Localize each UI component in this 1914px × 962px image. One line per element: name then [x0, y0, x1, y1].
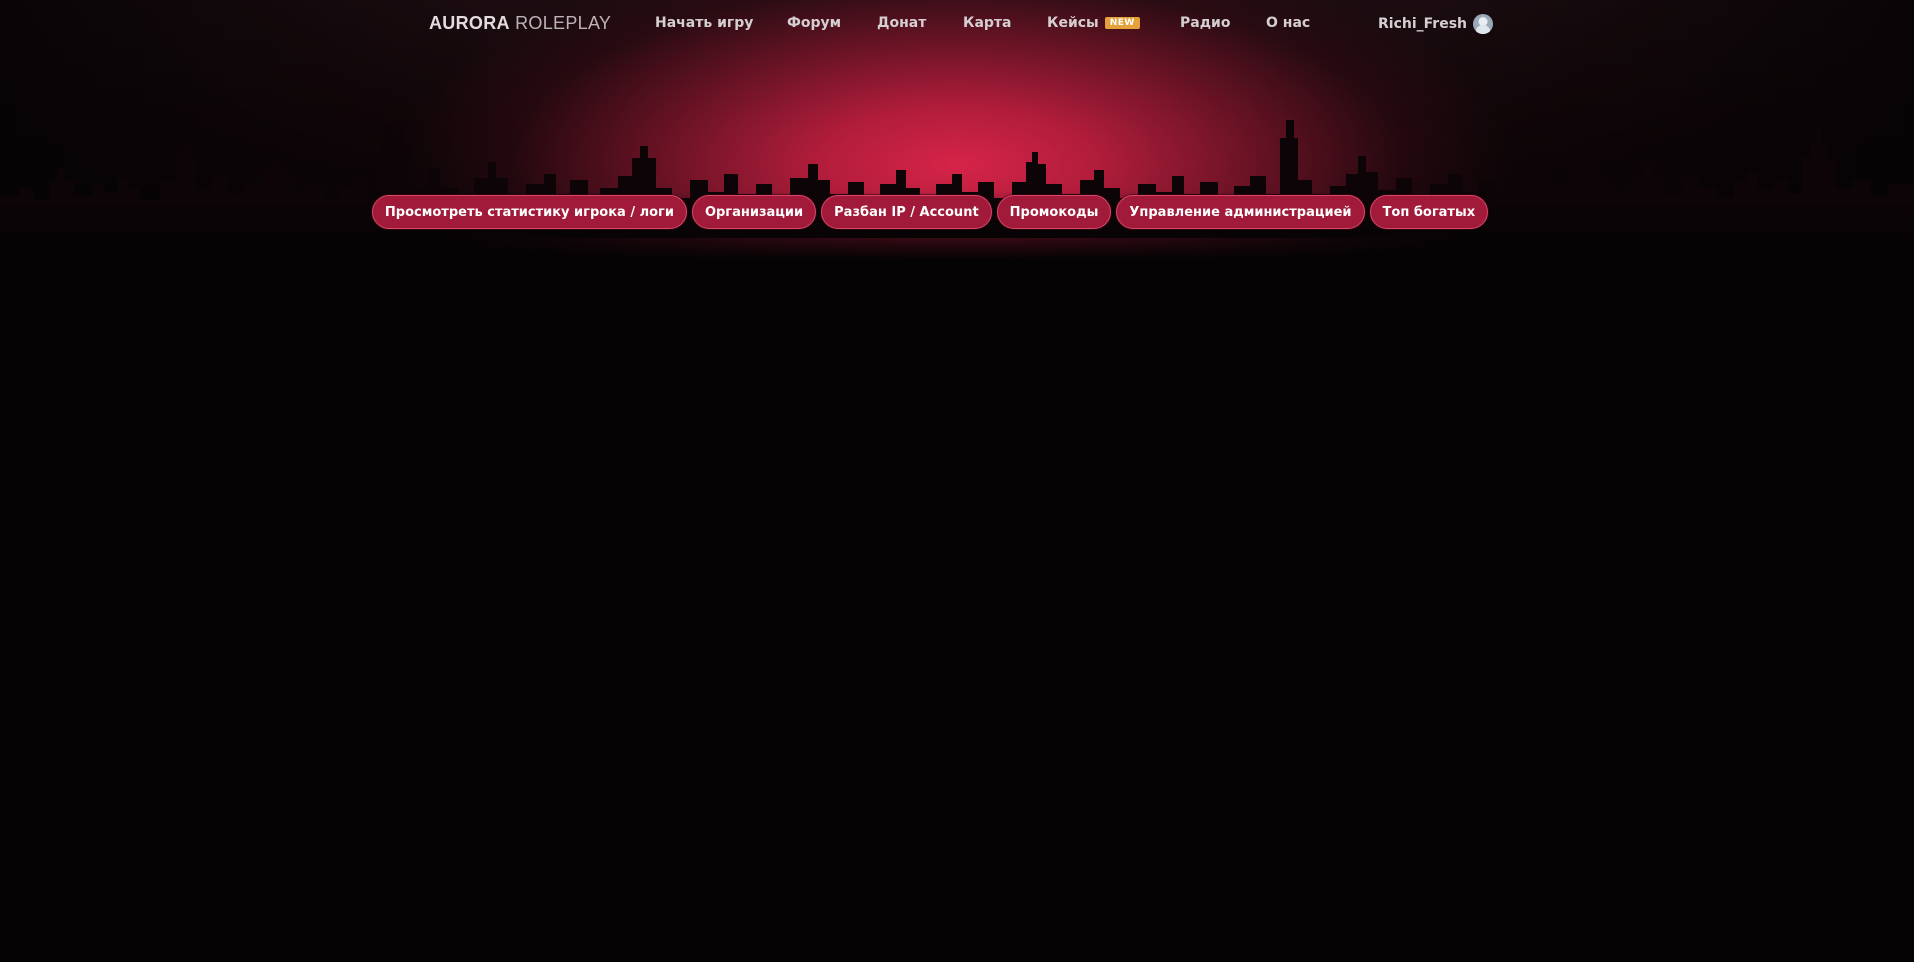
unban-ip-account-button[interactable]: Разбан IP / Account: [821, 195, 992, 229]
username: Richi_Fresh: [1378, 16, 1468, 32]
admin-management-button[interactable]: Управление администрацией: [1116, 195, 1365, 229]
admin-subnav: Просмотреть статистику игрока / логи Орг…: [0, 195, 1887, 229]
nav-donate[interactable]: Донат: [877, 15, 926, 31]
site-logo[interactable]: AURORA ROLEPLAY: [429, 13, 611, 34]
top-rich-button[interactable]: Топ богатых: [1369, 195, 1489, 229]
top-navigation: AURORA ROLEPLAY Начать игру Форум Донат …: [0, 0, 1914, 50]
new-badge: NEW: [1104, 17, 1140, 29]
nav-map[interactable]: Карта: [963, 15, 1011, 31]
user-avatar-icon: [1473, 14, 1494, 34]
logo-bold-text: AURORA: [429, 13, 510, 33]
player-stats-logs-button[interactable]: Просмотреть статистику игрока / логи: [371, 195, 687, 229]
nav-cases-label: Кейсы: [1047, 15, 1099, 31]
nav-about[interactable]: О нас: [1266, 15, 1310, 31]
page: AURORA ROLEPLAY Начать игру Форум Донат …: [0, 0, 1914, 962]
nav-cases[interactable]: Кейсы NEW: [1047, 15, 1140, 31]
nav-radio[interactable]: Радио: [1180, 15, 1230, 31]
user-menu[interactable]: Richi_Fresh: [1378, 14, 1494, 34]
nav-start-game[interactable]: Начать игру: [655, 15, 753, 31]
promocodes-button[interactable]: Промокоды: [996, 195, 1112, 229]
nav-forum[interactable]: Форум: [787, 15, 841, 31]
organizations-button[interactable]: Организации: [691, 195, 817, 229]
logo-thin-text: ROLEPLAY: [515, 13, 612, 33]
